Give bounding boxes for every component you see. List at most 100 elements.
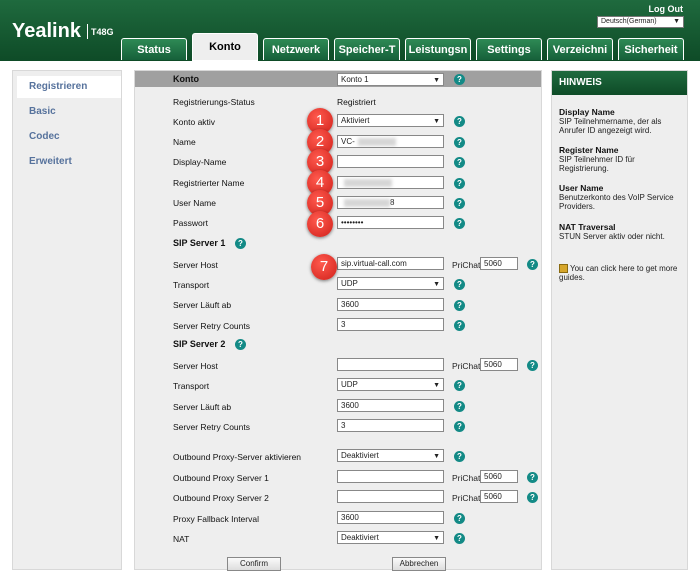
- user-name-label: User Name: [173, 198, 216, 208]
- tab-verzeichnis[interactable]: Verzeichni: [547, 38, 613, 60]
- tab-netzwerk[interactable]: Netzwerk: [263, 38, 329, 60]
- proxy-2-field[interactable]: [337, 490, 444, 503]
- help-icon[interactable]: ?: [454, 380, 465, 391]
- name-value: VC-: [341, 137, 355, 146]
- help-icon[interactable]: ?: [527, 472, 538, 483]
- server-host-2-field[interactable]: [337, 358, 444, 371]
- outbound-select[interactable]: Deaktiviert ▼: [337, 449, 444, 462]
- help-icon[interactable]: ?: [527, 259, 538, 270]
- fallback-field[interactable]: 3600: [337, 511, 444, 524]
- password-field[interactable]: ••••••••: [337, 216, 444, 229]
- sidebar-item-codec[interactable]: Codec: [29, 131, 60, 142]
- nat-select[interactable]: Deaktiviert ▼: [337, 531, 444, 544]
- konto-select-value: Konto 1: [341, 75, 369, 84]
- name-field[interactable]: VC-: [337, 135, 444, 148]
- help-icon[interactable]: ?: [454, 401, 465, 412]
- reg-name-field[interactable]: [337, 176, 444, 189]
- sidebar-item-erweitert[interactable]: Erweitert: [29, 156, 72, 167]
- port-1-field[interactable]: 5060: [480, 257, 518, 270]
- expires-1-label: Server Läuft ab: [173, 300, 232, 310]
- proxy-1-field[interactable]: [337, 470, 444, 483]
- fallback-label: Proxy Fallback Interval: [173, 514, 259, 524]
- help-icon[interactable]: ?: [454, 74, 465, 85]
- help-icon[interactable]: ?: [454, 279, 465, 290]
- retry-2-field[interactable]: 3: [337, 419, 444, 432]
- help-icon[interactable]: ?: [454, 157, 465, 168]
- sidebar: Registrieren Basic Codec Erweitert: [12, 70, 122, 570]
- dropdown-arrow-icon: ▼: [433, 535, 440, 542]
- hint-user-name-title: User Name: [559, 183, 604, 193]
- help-icon[interactable]: ?: [454, 421, 465, 432]
- tab-leistung[interactable]: Leistungsn: [405, 38, 471, 60]
- dropdown-arrow-icon: ▼: [433, 382, 440, 389]
- help-icon[interactable]: ?: [235, 339, 246, 350]
- transport-1-select[interactable]: UDP ▼: [337, 277, 444, 290]
- tab-settings[interactable]: Settings: [476, 38, 542, 60]
- retry-1-label: Server Retry Counts: [173, 321, 250, 331]
- password-label: Passwort: [173, 218, 208, 228]
- model-label: T48G: [91, 27, 114, 37]
- tab-sicherheit[interactable]: Sicherheit: [618, 38, 684, 60]
- header-bar: Yealink T48G Log Out Deutsch(German) ▼ S…: [0, 0, 700, 61]
- language-select[interactable]: Deutsch(German) ▼: [597, 16, 684, 28]
- konto-aktiv-value: Aktiviert: [341, 116, 370, 125]
- server-host-2-label: Server Host: [173, 361, 218, 371]
- help-icon[interactable]: ?: [527, 360, 538, 371]
- konto-label: Konto: [173, 74, 199, 84]
- help-icon[interactable]: ?: [454, 178, 465, 189]
- tab-konto[interactable]: Konto: [192, 33, 258, 61]
- redacted-text: [344, 178, 392, 187]
- sidebar-item-registrieren[interactable]: Registrieren: [17, 76, 121, 98]
- dropdown-arrow-icon: ▼: [433, 453, 440, 460]
- sip-server-1-heading: SIP Server 1: [173, 238, 226, 248]
- hint-guide-link[interactable]: You can click here to get more guides.: [559, 264, 684, 282]
- proxy-2-label: Outbound Proxy Server 2: [173, 493, 269, 503]
- help-icon[interactable]: ?: [454, 218, 465, 229]
- retry-1-field[interactable]: 3: [337, 318, 444, 331]
- reg-status-label: Registrierungs-Status: [173, 97, 255, 107]
- konto-select[interactable]: Konto 1 ▼: [337, 73, 444, 86]
- konto-aktiv-label: Konto aktiv: [173, 117, 216, 127]
- prichat-2-label: PriChat: [452, 361, 481, 371]
- hint-display-name-title: Display Name: [559, 107, 615, 117]
- name-label: Name: [173, 137, 196, 147]
- account-form: Konto Konto 1 ▼ ? Registrierungs-Status …: [134, 70, 542, 571]
- help-icon[interactable]: ?: [454, 451, 465, 462]
- user-name-suffix: 8: [390, 198, 395, 207]
- help-icon[interactable]: ?: [454, 137, 465, 148]
- konto-header-bar: Konto Konto 1 ▼ ?: [135, 71, 541, 87]
- konto-aktiv-select[interactable]: Aktiviert ▼: [337, 114, 444, 127]
- outbound-label: Outbound Proxy-Server aktivieren: [173, 452, 302, 462]
- proxy-2-port-field[interactable]: 5060: [480, 490, 518, 503]
- cancel-button[interactable]: Abbrechen: [392, 557, 446, 571]
- sidebar-item-basic[interactable]: Basic: [29, 106, 56, 117]
- logout-link[interactable]: Log Out: [649, 4, 684, 14]
- port-2-field[interactable]: 5060: [480, 358, 518, 371]
- confirm-button[interactable]: Confirm: [227, 557, 281, 571]
- help-icon[interactable]: ?: [454, 513, 465, 524]
- help-icon[interactable]: ?: [527, 492, 538, 503]
- server-host-1-field[interactable]: sip.virtual-call.com: [337, 257, 444, 270]
- user-name-field[interactable]: 8: [337, 196, 444, 209]
- help-icon[interactable]: ?: [454, 300, 465, 311]
- language-value: Deutsch(German): [601, 18, 657, 25]
- tab-status[interactable]: Status: [121, 38, 187, 60]
- help-icon[interactable]: ?: [454, 533, 465, 544]
- hint-register-name-text: SIP Teilnehmer ID für Registrierung.: [559, 155, 635, 173]
- transport-1-value: UDP: [341, 279, 358, 288]
- nat-value: Deaktiviert: [341, 533, 379, 542]
- transport-2-select[interactable]: UDP ▼: [337, 378, 444, 391]
- help-icon[interactable]: ?: [454, 116, 465, 127]
- sip-server-2-heading: SIP Server 2: [173, 339, 226, 349]
- step-badge-6: 6: [307, 211, 333, 237]
- transport-2-value: UDP: [341, 380, 358, 389]
- display-name-field[interactable]: [337, 155, 444, 168]
- help-icon[interactable]: ?: [454, 198, 465, 209]
- dropdown-arrow-icon: ▼: [673, 18, 680, 25]
- proxy-1-port-field[interactable]: 5060: [480, 470, 518, 483]
- expires-2-field[interactable]: 3600: [337, 399, 444, 412]
- expires-1-field[interactable]: 3600: [337, 298, 444, 311]
- help-icon[interactable]: ?: [454, 320, 465, 331]
- help-icon[interactable]: ?: [235, 238, 246, 249]
- tab-speicher[interactable]: Speicher-T: [334, 38, 400, 60]
